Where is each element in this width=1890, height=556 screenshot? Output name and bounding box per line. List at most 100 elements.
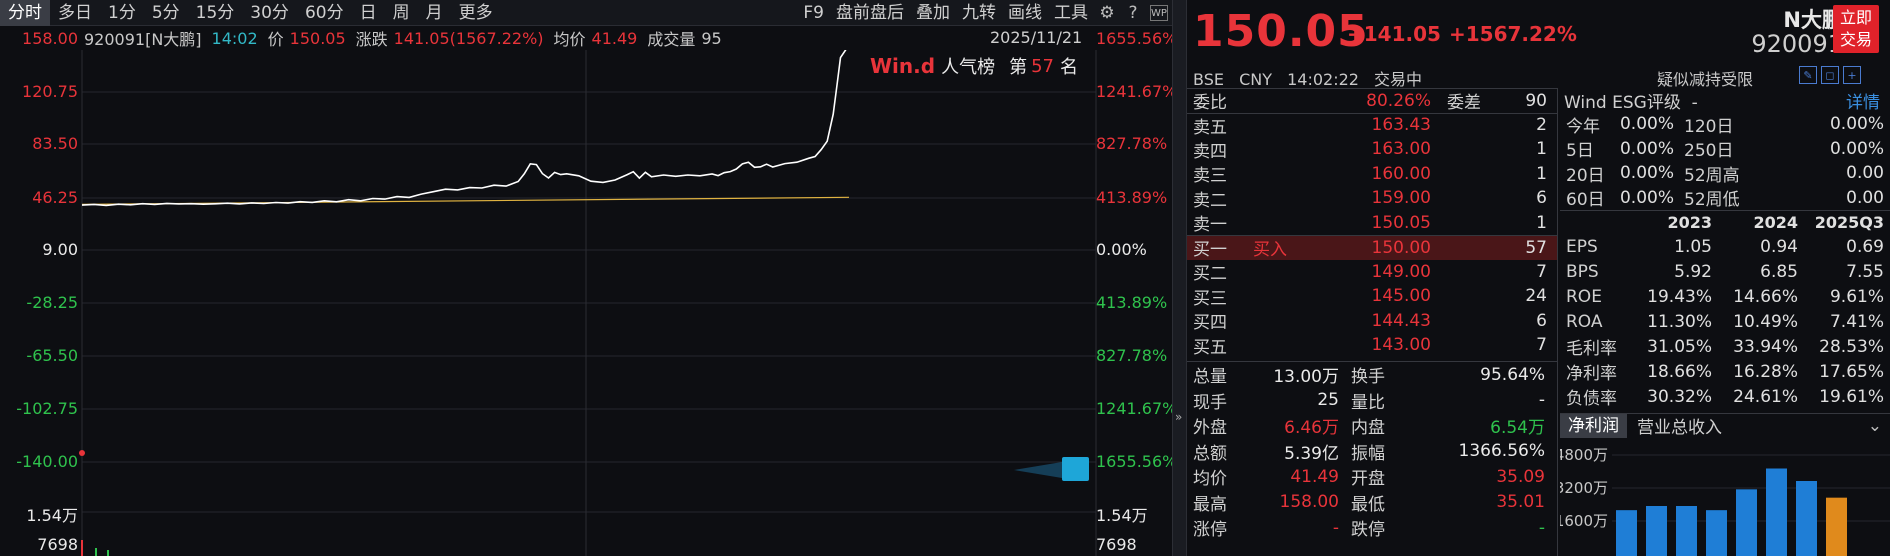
fin-value: 9.61% [1829,286,1884,307]
left-axis-label: 83.50 [32,134,78,153]
tab-5min[interactable]: 5分 [144,0,188,26]
mini-bar [1616,510,1637,556]
popularity-rank[interactable]: Win.d 人气榜 第 57 名 [870,53,1078,79]
bid-row[interactable]: 买二 149.00 7 [1187,260,1557,285]
ask-row[interactable]: 卖五 163.43 2 [1187,112,1557,138]
tab-30min[interactable]: 30分 [242,0,297,26]
esg-detail-link[interactable]: 详情 [1780,88,1880,113]
fin-value: 0.94 [1760,236,1798,257]
stat-key: 现手 [1193,392,1227,413]
gear-icon[interactable]: ⚙ [1094,0,1120,26]
right-axis-label: 1655.56% [1096,452,1178,471]
ask-row[interactable]: 卖一 150.05 1 [1187,211,1557,236]
bid-price: 144.43 [1371,310,1431,331]
period-value: 0.00% [1619,138,1674,159]
panel-divider[interactable]: » [1172,0,1187,556]
stat-row: 均价 41.49 开盘 35.09 [1187,464,1557,490]
order-book: 委比 80.26% 委差 90 卖五 163.43 2 卖四 163.00 1 卖三 160.… [1187,88,1557,358]
ask-row[interactable]: 卖四 163.00 1 [1187,137,1557,162]
fin-metric: 毛利率 [1566,339,1617,359]
tab-day[interactable]: 日 [352,0,385,26]
tab-1min[interactable]: 1分 [100,0,144,26]
stats-table: 总量 13.00万 换手 95.64% 现手 25 量比 - 外盘 6.46万 内盘 6.54万 总额 5… [1187,361,1557,541]
low-marker [79,450,85,456]
ask-row[interactable]: 卖二 159.00 6 [1187,186,1557,211]
left-axis-label: -28.25 [26,293,78,312]
price-change: +141.05 [1347,22,1441,46]
tab-month[interactable]: 月 [418,0,451,26]
tab-multiday[interactable]: 多日 [50,0,100,26]
fin-row: ROE 19.43% 14.66% 9.61% [1560,284,1890,309]
fin-value: 33.94% [1733,336,1798,357]
right-axis-label: 413.89% [1096,188,1168,207]
edit-icon[interactable]: ✎ [1799,66,1817,84]
mini-bar [1766,468,1787,556]
esg-row: Wind ESG评级 - 详情 [1560,88,1890,113]
tab-fenshi[interactable]: 分时 [0,0,50,26]
f9-button[interactable]: F9 [797,0,830,26]
mini-bar [1676,506,1697,556]
period-toolbar: 分时 多日 1分 5分 15分 30分 60分 日 周 月 更多 F9 盘前盘后… [0,0,1172,26]
period-label: 今年 [1566,116,1600,137]
tab-net-profit[interactable]: 净利润 [1560,413,1627,438]
stat-value: 6.46万 [1284,418,1339,439]
stock-code: 920091 [1751,30,1843,58]
jiuzhuan-button[interactable]: 九转 [956,0,1002,26]
fin-value: 6.85 [1760,261,1798,282]
bid-row[interactable]: 买五 143.00 7 [1187,333,1557,358]
currency: CNY [1239,70,1272,89]
fin-value: 30.32% [1647,386,1712,407]
rank-post: 名 [1059,57,1078,78]
ask-vol: 1 [1536,139,1547,160]
stat-key: 开盘 [1351,469,1385,490]
tab-60min[interactable]: 60分 [297,0,352,26]
stat-value: 5.39亿 [1284,443,1339,464]
tab-15min[interactable]: 15分 [188,0,243,26]
mini-axis-label: 4800万 [1560,446,1608,464]
period-label: 52周高 [1684,165,1740,186]
scroll-handle [1014,457,1089,481]
period-row: 5日 0.00% 250日 0.00% [1560,137,1890,162]
fin-year: 2025Q3 [1814,213,1884,232]
copy-icon[interactable]: ◻ [1821,66,1839,84]
tab-more[interactable]: 更多 [451,0,501,26]
stat-row: 总额 5.39亿 振幅 1366.56% [1187,439,1557,465]
bid-row[interactable]: 买一 买入 150.00 57 [1187,235,1557,260]
info-change: 141.05(1567.22%) [393,28,544,48]
chevron-down-icon[interactable]: ⌄ [1868,416,1882,436]
intraday-chart[interactable] [0,50,1172,556]
premarket-button[interactable]: 盘前盘后 [830,0,910,26]
info-price: 150.05 [289,28,346,48]
ask-label: 卖二 [1193,190,1227,211]
vol-label: 成交量 [647,30,696,49]
tab-week[interactable]: 周 [385,0,418,26]
bid-vol: 57 [1525,237,1547,258]
expand-icon[interactable]: » [1175,410,1182,424]
add-icon[interactable]: + [1843,66,1861,84]
tab-revenue[interactable]: 营业总收入 [1627,413,1732,438]
fin-value: 31.05% [1647,336,1712,357]
period-label: 120日 [1684,116,1734,137]
left-axis-label: -140.00 [16,452,78,471]
fin-row: EPS 1.05 0.94 0.69 [1560,234,1890,259]
risk-note[interactable]: 疑似减持受限 [1657,66,1753,90]
overlay-button[interactable]: 叠加 [910,0,956,26]
info-vol: 95 [701,28,722,48]
period-row: 60日 0.00% 52周低 0.00 [1560,186,1890,211]
ask-row[interactable]: 卖三 160.00 1 [1187,162,1557,187]
date-label: 2025/11/21 [990,28,1083,47]
help-icon[interactable]: ? [1120,0,1146,26]
fin-value: 14.66% [1733,286,1798,307]
draw-button[interactable]: 画线 [1002,0,1048,26]
trade-now-button[interactable]: 立即 交易 [1833,5,1879,53]
bid-row[interactable]: 买三 145.00 24 [1187,284,1557,309]
wp-icon[interactable]: WP [1150,5,1168,21]
panel-icons: ✎ ◻ + [1799,66,1861,84]
fin-row: BPS 5.92 6.85 7.55 [1560,259,1890,284]
ask-vol: 6 [1536,188,1547,209]
price-label: 价 [267,30,284,49]
tools-button[interactable]: 工具 [1048,0,1094,26]
ask-price: 163.00 [1371,139,1431,160]
bid-row[interactable]: 买四 144.43 6 [1187,309,1557,334]
period-value: 0.00% [1829,138,1884,159]
